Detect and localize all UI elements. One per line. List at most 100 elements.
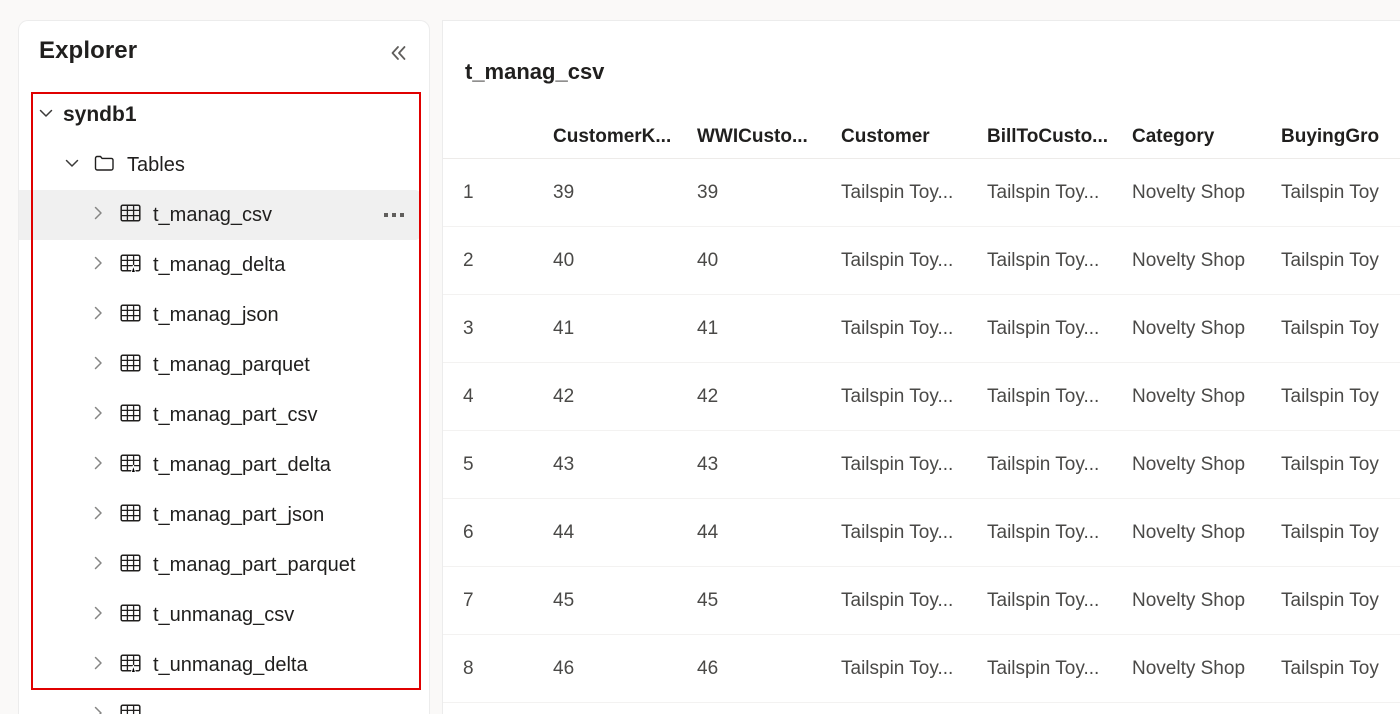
table-cell: Tailspin Toy: [1281, 317, 1379, 339]
collapse-panel-button[interactable]: [383, 37, 415, 69]
column-header[interactable]: BuyingGro: [1281, 115, 1400, 158]
column-header[interactable]: BillToCusto...: [987, 115, 1119, 158]
table-icon: [115, 202, 145, 229]
chevron-right-icon: [90, 705, 106, 714]
column-header[interactable]: Customer: [841, 115, 973, 158]
table-cell: Tailspin Toy...: [987, 453, 1100, 475]
table-cell: 44: [553, 521, 575, 543]
chevron-right-icon: [90, 555, 106, 576]
table-icon: [119, 302, 142, 329]
column-header[interactable]: Category: [1132, 115, 1268, 158]
chevron-double-left-icon: [387, 42, 411, 64]
table-row[interactable]: 5 43 43 Tailspin Toy... Tailspin Toy... Novel…: [443, 431, 1400, 499]
explorer-panel: Explorer syndb1 Tables t_manag_csv t_manag_…: [18, 20, 430, 714]
tree-item-t_manag_parquet[interactable]: t_manag_parquet: [19, 340, 429, 390]
tree-item-t_manag_part_delta[interactable]: t_manag_part_delta: [19, 440, 429, 490]
tree-expand-toggle[interactable]: [81, 655, 115, 676]
tree-item-label: t_manag_part_json: [153, 503, 325, 526]
tree-expand-toggle[interactable]: [81, 305, 115, 326]
table-icon: [115, 502, 145, 529]
tree-expand-toggle[interactable]: [81, 605, 115, 626]
table-cell: 40: [697, 249, 719, 271]
table-icon: [119, 402, 142, 429]
tree-item-label: t_manag_part_delta: [153, 453, 331, 476]
tree-item-t_manag_json[interactable]: t_manag_json: [19, 290, 429, 340]
row-index: 1: [463, 181, 474, 203]
table-icon: [119, 702, 142, 714]
tree-item-t_manag_part_parquet[interactable]: t_manag_part_parquet: [19, 540, 429, 590]
tree-item-t_manag_delta[interactable]: t_manag_delta: [19, 240, 429, 290]
tree-expand-toggle[interactable]: [55, 154, 89, 177]
object-explorer-tree: syndb1 Tables t_manag_csv t_manag_delta t_ma…: [19, 87, 429, 714]
table-icon: [119, 552, 142, 579]
tree-expand-toggle[interactable]: [81, 505, 115, 526]
tree-item[interactable]: [19, 690, 429, 714]
tree-item-t_unmanag_csv[interactable]: t_unmanag_csv: [19, 590, 429, 640]
table-cell: 42: [697, 385, 719, 407]
delta-table-icon: [119, 252, 142, 279]
row-index: 5: [463, 453, 474, 475]
tree-item-t_manag_part_csv[interactable]: t_manag_part_csv: [19, 390, 429, 440]
tree-item-Tables[interactable]: Tables: [19, 140, 429, 190]
tree-item-t_manag_csv[interactable]: t_manag_csv: [19, 190, 421, 240]
tree-expand-toggle[interactable]: [81, 405, 115, 426]
table-icon: [119, 202, 142, 229]
table-cell: Novelty Shop: [1132, 385, 1246, 407]
table-cell: Tailspin Toy...: [841, 181, 954, 203]
table-row[interactable]: 2 40 40 Tailspin Toy... Tailspin Toy... Novel…: [443, 227, 1400, 295]
table-cell: 42: [553, 385, 575, 407]
tree-expand-toggle[interactable]: [29, 104, 63, 127]
table-row[interactable]: 8 46 46 Tailspin Toy... Tailspin Toy... Novel…: [443, 635, 1400, 703]
tree-expand-toggle[interactable]: [81, 555, 115, 576]
table-cell: 39: [553, 181, 575, 203]
table-cell: Tailspin Toy...: [987, 249, 1100, 271]
explorer-header: Explorer: [19, 21, 429, 87]
row-index: 3: [463, 317, 474, 339]
table-cell: 41: [553, 317, 575, 339]
chevron-right-icon: [90, 405, 106, 426]
table-cell: Tailspin Toy...: [987, 589, 1100, 611]
tree-item-t_manag_part_json[interactable]: t_manag_part_json: [19, 490, 429, 540]
table-row[interactable]: 3 41 41 Tailspin Toy... Tailspin Toy... Novel…: [443, 295, 1400, 363]
more-options-button[interactable]: [377, 200, 411, 230]
table-cell: Tailspin Toy...: [841, 385, 954, 407]
data-grid: CustomerK... WWICusto... Customer BillToCus…: [443, 115, 1400, 703]
column-header[interactable]: WWICusto...: [697, 115, 827, 158]
column-header[interactable]: CustomerK...: [553, 115, 683, 158]
table-preview-pane: t_manag_csv CustomerK... WWICusto... Custo…: [442, 20, 1400, 714]
table-icon: [115, 602, 145, 629]
table-cell: Novelty Shop: [1132, 453, 1246, 475]
table-row[interactable]: 4 42 42 Tailspin Toy... Tailspin Toy... Novel…: [443, 363, 1400, 431]
chevron-down-icon: [63, 154, 81, 177]
table-cell: Novelty Shop: [1132, 657, 1246, 679]
table-cell: Novelty Shop: [1132, 521, 1246, 543]
tree-expand-toggle[interactable]: [81, 205, 115, 226]
table-row[interactable]: 1 39 39 Tailspin Toy... Tailspin Toy... Novel…: [443, 159, 1400, 227]
chevron-right-icon: [90, 455, 106, 476]
tree-expand-toggle[interactable]: [81, 705, 115, 714]
tree-item-t_unmanag_delta[interactable]: t_unmanag_delta: [19, 640, 429, 690]
chevron-right-icon: [90, 205, 106, 226]
table-cell: 45: [553, 589, 575, 611]
table-cell: Tailspin Toy: [1281, 657, 1379, 679]
table-row[interactable]: 7 45 45 Tailspin Toy... Tailspin Toy... Novel…: [443, 567, 1400, 635]
table-row[interactable]: 6 44 44 Tailspin Toy... Tailspin Toy... Novel…: [443, 499, 1400, 567]
tree-item-label: t_manag_part_csv: [153, 403, 318, 426]
row-index: 2: [463, 249, 474, 271]
table-cell: Tailspin Toy...: [987, 385, 1100, 407]
tree-expand-toggle[interactable]: [81, 355, 115, 376]
table-cell: Tailspin Toy...: [987, 317, 1100, 339]
row-index: 7: [463, 589, 474, 611]
table-cell: 46: [697, 657, 719, 679]
tree-item-label: t_manag_csv: [153, 203, 272, 226]
tree-item-syndb1[interactable]: syndb1: [19, 90, 429, 140]
table-icon: [115, 302, 145, 329]
table-icon: [119, 352, 142, 379]
table-cell: Tailspin Toy...: [841, 657, 954, 679]
table-cell: Novelty Shop: [1132, 589, 1246, 611]
table-cell: 45: [697, 589, 719, 611]
tree-expand-toggle[interactable]: [81, 255, 115, 276]
delta-table-icon: [115, 652, 145, 679]
tree-expand-toggle[interactable]: [81, 455, 115, 476]
table-cell: Tailspin Toy: [1281, 249, 1379, 271]
